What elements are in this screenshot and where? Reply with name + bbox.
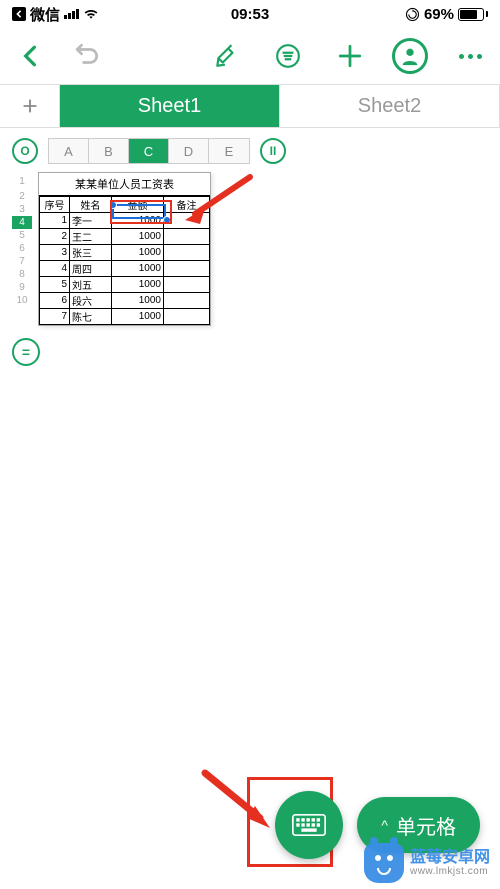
wifi-icon (83, 8, 99, 20)
row-header-9[interactable]: 9 (12, 281, 32, 294)
more-icon (459, 54, 482, 59)
add-sheet-button[interactable] (0, 85, 60, 127)
add-button[interactable] (330, 36, 370, 76)
more-button[interactable] (450, 36, 490, 76)
sheet-content[interactable]: 某某单位人员工资表 序号 姓名 金额 备注 1李一1000 2王二1000 3张… (38, 172, 211, 326)
fab-pill-label: 单元格 (396, 811, 456, 840)
battery-icon (458, 8, 488, 21)
filter-button[interactable] (268, 36, 308, 76)
status-bar: 微信 09:53 69% (0, 0, 500, 28)
chevron-up-icon: ^ (381, 817, 388, 833)
toolbar (0, 28, 500, 84)
row-header-10[interactable]: 10 (12, 294, 32, 307)
col-header-a[interactable]: A (49, 139, 89, 163)
data-table: 序号 姓名 金额 备注 1李一1000 2王二1000 3张三1000 4周四1… (39, 196, 210, 325)
col-header-c[interactable]: C (129, 139, 169, 163)
format-brush-button[interactable] (206, 36, 246, 76)
row-header-8[interactable]: 8 (12, 268, 32, 281)
tab-sheet1[interactable]: Sheet1 (60, 85, 280, 127)
pause-handle[interactable]: II (260, 138, 286, 164)
th-note: 备注 (164, 197, 210, 213)
tab-sheet2[interactable]: Sheet2 (280, 85, 500, 127)
th-seq: 序号 (40, 197, 70, 213)
th-amount: 金额 (112, 197, 164, 213)
row-header-4[interactable]: 4 (12, 216, 32, 229)
status-left: 微信 (12, 4, 99, 25)
rotation-lock-icon (405, 7, 420, 22)
annotation-arrow-fab (195, 768, 285, 838)
formula-button[interactable]: = (12, 338, 40, 366)
profile-button[interactable] (392, 38, 428, 74)
row-header-7[interactable]: 7 (12, 255, 32, 268)
row-header-3[interactable]: 3 (12, 203, 32, 216)
table-title: 某某单位人员工资表 (39, 173, 210, 196)
table-row[interactable]: 4周四1000 (40, 261, 210, 277)
row-header-1[interactable]: 1 (12, 172, 32, 190)
select-all-handle[interactable]: O (12, 138, 38, 164)
selection-handle-tl[interactable] (109, 201, 117, 209)
watermark: 蓝莓安卓网 www.lmkjst.com (364, 843, 490, 883)
table-row[interactable]: 5刘五1000 (40, 277, 210, 293)
clock: 09:53 (231, 6, 269, 23)
selection-handle-br[interactable] (163, 216, 171, 224)
column-strip: O A B C D E II (0, 128, 500, 172)
signal-icon (64, 9, 79, 19)
back-button[interactable] (10, 36, 50, 76)
keyboard-fab[interactable] (275, 791, 343, 859)
table-row[interactable]: 6段六1000 (40, 293, 210, 309)
th-name: 姓名 (70, 197, 112, 213)
column-headers: A B C D E (48, 138, 250, 164)
status-right: 69% (405, 6, 488, 23)
undo-button[interactable] (68, 36, 108, 76)
table-row[interactable]: 2王二1000 (40, 229, 210, 245)
sheet-tabs: Sheet1 Sheet2 (0, 84, 500, 128)
table-row[interactable]: 7陈七1000 (40, 309, 210, 325)
back-indicator-icon (12, 7, 26, 21)
carrier-label: 微信 (30, 4, 60, 25)
table-row[interactable]: 1李一1000 (40, 213, 210, 229)
col-header-b[interactable]: B (89, 139, 129, 163)
table-row[interactable]: 3张三1000 (40, 245, 210, 261)
row-header-5[interactable]: 5 (12, 229, 32, 242)
keyboard-icon (292, 813, 326, 837)
watermark-url: www.lmkjst.com (410, 866, 490, 877)
watermark-title: 蓝莓安卓网 (410, 849, 490, 867)
row-header-6[interactable]: 6 (12, 242, 32, 255)
row-header-2[interactable]: 2 (12, 190, 32, 203)
row-headers: 1 2 3 4 5 6 7 8 9 10 (12, 172, 32, 326)
battery-percent: 69% (424, 6, 454, 23)
spreadsheet-area: 1 2 3 4 5 6 7 8 9 10 某某单位人员工资表 序号 姓名 金额 … (0, 172, 500, 326)
col-header-d[interactable]: D (169, 139, 209, 163)
col-header-e[interactable]: E (209, 139, 249, 163)
watermark-mascot-icon (364, 843, 404, 883)
